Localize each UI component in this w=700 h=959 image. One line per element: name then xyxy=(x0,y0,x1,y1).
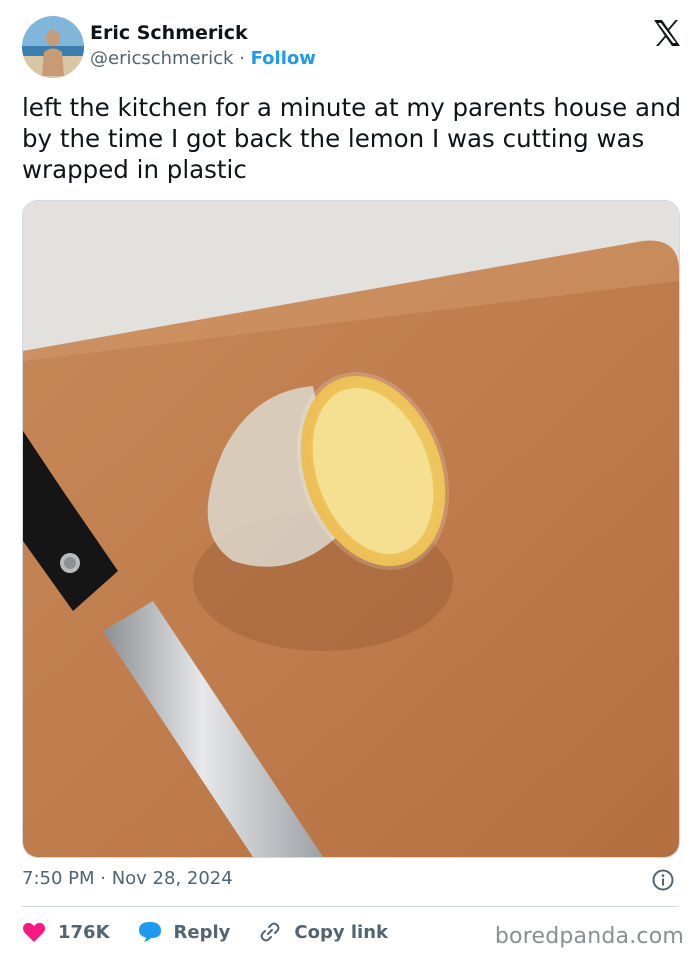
reply-button[interactable]: Reply xyxy=(138,921,231,943)
tweet-header: Eric Schmerick @ericschmerick · Follow xyxy=(22,16,682,80)
follow-button[interactable]: Follow xyxy=(251,48,316,69)
info-icon[interactable] xyxy=(652,869,674,891)
copy-link-label: Copy link xyxy=(294,921,388,943)
tweet-photo[interactable] xyxy=(22,200,680,858)
author-name[interactable]: Eric Schmerick xyxy=(90,22,248,44)
avatar[interactable] xyxy=(22,16,84,78)
like-count: 176K xyxy=(58,921,110,943)
watermark: boredpanda.com xyxy=(494,924,684,949)
speech-bubble-icon xyxy=(138,922,161,942)
divider xyxy=(22,906,678,907)
author-handle[interactable]: @ericschmerick xyxy=(90,48,233,69)
author-handle-line: @ericschmerick · Follow xyxy=(90,48,316,69)
link-icon xyxy=(260,922,280,942)
copy-link-button[interactable]: Copy link xyxy=(258,920,388,944)
heart-icon xyxy=(23,922,45,942)
separator-dot: · xyxy=(239,48,245,69)
action-bar: 176K Reply Copy link xyxy=(22,918,416,946)
reply-label: Reply xyxy=(173,921,231,943)
tweet-text: left the kitchen for a minute at my pare… xyxy=(22,93,682,184)
x-logo-icon[interactable] xyxy=(652,18,682,48)
tweet-timestamp[interactable]: 7:50 PM · Nov 28, 2024 xyxy=(22,868,233,889)
like-button[interactable]: 176K xyxy=(22,921,110,943)
